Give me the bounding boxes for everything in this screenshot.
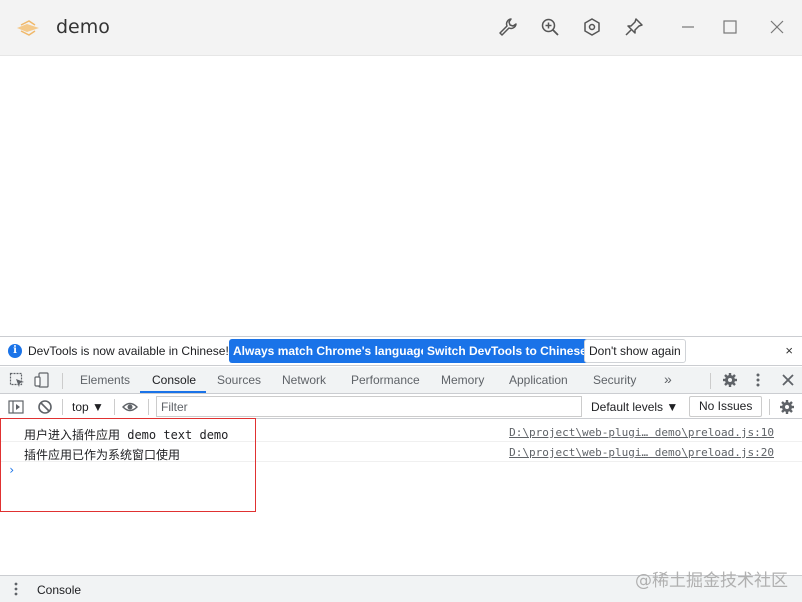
toolbar-divider — [62, 373, 63, 389]
drawer-menu-icon[interactable] — [13, 581, 19, 597]
more-options-icon[interactable] — [750, 372, 766, 388]
inspect-element-icon[interactable] — [9, 372, 25, 388]
tab-application[interactable]: Application — [509, 373, 568, 387]
tab-elements[interactable]: Elements — [80, 373, 130, 387]
devtools-tab-bar: Elements Console Sources Network Perform… — [0, 367, 802, 394]
log-levels-dropdown[interactable]: Default levels ▼ — [591, 400, 678, 414]
console-message-source-link[interactable]: D:\project\web-plugi… demo\preload.js:10 — [509, 426, 774, 439]
infobar-message: DevTools is now available in Chinese! — [28, 344, 229, 358]
toolbar-divider — [148, 399, 149, 415]
tab-sources[interactable]: Sources — [217, 373, 261, 387]
title-bar: demo — [0, 0, 802, 56]
close-devtools-icon[interactable] — [780, 372, 796, 388]
console-message-source-link[interactable]: D:\project\web-plugi… demo\preload.js:20 — [509, 446, 774, 459]
active-tab-indicator — [140, 391, 206, 393]
drawer-tab-console[interactable]: Console — [37, 583, 81, 597]
switch-language-button[interactable]: Switch DevTools to Chinese — [423, 339, 591, 363]
maximize-icon[interactable] — [719, 16, 741, 38]
live-expression-eye-icon[interactable] — [122, 399, 138, 415]
more-tabs-icon[interactable]: » — [664, 371, 672, 387]
wrench-icon[interactable] — [497, 16, 519, 38]
watermark: @稀土掘金技术社区 — [635, 571, 788, 591]
context-selector[interactable]: top ▼ — [72, 400, 104, 414]
match-language-button[interactable]: Always match Chrome's language — [229, 339, 432, 363]
sidebar-toggle-icon[interactable] — [8, 399, 24, 415]
zoom-icon[interactable] — [539, 16, 561, 38]
settings-gear-icon[interactable] — [722, 372, 738, 388]
toolbar-divider — [62, 399, 63, 415]
device-toolbar-icon[interactable] — [34, 372, 50, 388]
toolbar-divider — [114, 399, 115, 415]
app-logo-icon — [17, 20, 39, 36]
toolbar-divider — [769, 399, 770, 415]
app-content — [0, 57, 802, 335]
settings-hex-icon[interactable] — [581, 16, 603, 38]
tab-memory[interactable]: Memory — [441, 373, 484, 387]
console-filter-input[interactable] — [156, 396, 582, 417]
window-title: demo — [56, 16, 110, 38]
dont-show-again-button[interactable]: Don't show again — [584, 339, 686, 363]
language-infobar: i DevTools is now available in Chinese! … — [0, 336, 802, 366]
tab-network[interactable]: Network — [282, 373, 326, 387]
toolbar-divider — [710, 373, 711, 389]
tab-console[interactable]: Console — [152, 373, 196, 387]
highlight-box — [0, 418, 256, 512]
console-settings-icon[interactable] — [779, 399, 795, 415]
pin-icon[interactable] — [623, 16, 645, 38]
infobar-close-icon[interactable]: × — [785, 343, 793, 358]
console-toolbar: top ▼ Default levels ▼ No Issues — [0, 395, 802, 419]
tab-security[interactable]: Security — [593, 373, 636, 387]
issues-button[interactable]: No Issues — [689, 396, 763, 417]
clear-console-icon[interactable] — [37, 399, 53, 415]
minimize-icon[interactable] — [677, 16, 699, 38]
close-icon[interactable] — [766, 16, 788, 38]
tab-performance[interactable]: Performance — [351, 373, 420, 387]
info-icon: i — [8, 344, 22, 358]
